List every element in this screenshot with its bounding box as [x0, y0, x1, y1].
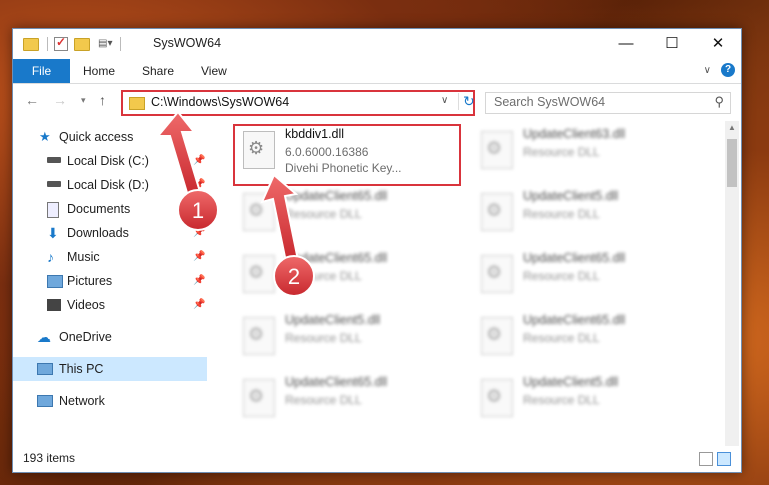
- step-2-label: 2: [288, 264, 300, 289]
- arrow-1-icon: [155, 110, 202, 198]
- tutorial-annotations: 1 2: [155, 110, 315, 297]
- step-1-label: 1: [192, 198, 204, 223]
- arrow-2-icon: [260, 173, 300, 264]
